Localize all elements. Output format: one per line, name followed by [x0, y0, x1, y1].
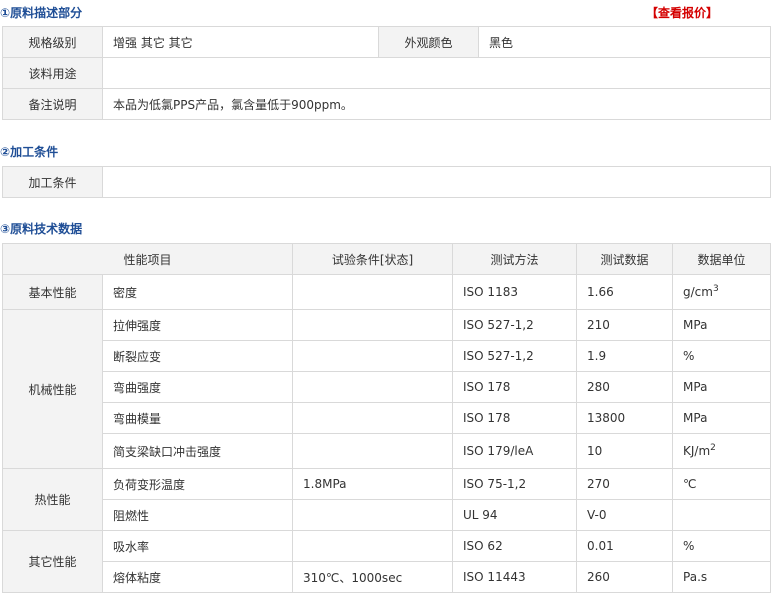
- test-value: 10: [576, 433, 674, 469]
- unit: KJ/m: [683, 444, 711, 458]
- property-name: 简支梁缺口冲击强度: [101, 433, 294, 469]
- property-name: 断裂应变: [101, 340, 294, 372]
- technical-data-table: 性能项目 试验条件[状态] 测试方法 测试数据 数据单位 基本性能 密度 ISO…: [1, 243, 771, 593]
- unit: %: [672, 530, 771, 562]
- property-name: 吸水率: [101, 530, 294, 562]
- table-row: 其它性能 吸水率 ISO 62 0.01 %: [2, 530, 771, 593]
- test-value: 210: [576, 309, 674, 341]
- processing-table: 加工条件: [2, 166, 771, 198]
- header-property: 性能项目: [1, 243, 294, 275]
- grade-label: 规格级别: [2, 26, 103, 58]
- table-row: 简支梁缺口冲击强度 ISO 179/leA 10 KJ/m2: [3, 433, 771, 469]
- unit: MPa: [672, 402, 771, 434]
- test-method: ISO 179/leA: [452, 433, 578, 469]
- header-condition: 试验条件[状态]: [292, 243, 454, 275]
- use-value: [102, 57, 771, 89]
- table-row: 机械性能 拉伸强度 ISO 527-1,2 210 MPa: [2, 309, 771, 469]
- test-condition: [292, 340, 454, 372]
- property-name: 弯曲强度: [101, 371, 294, 403]
- table-row: 该料用途: [2, 57, 771, 89]
- table-header-row: 性能项目 试验条件[状态] 测试方法 测试数据 数据单位: [1, 243, 771, 275]
- test-value: 260: [576, 561, 674, 593]
- test-value: 0.01: [576, 530, 674, 562]
- unit: [672, 499, 771, 531]
- group-thermal: 热性能: [2, 468, 103, 531]
- test-value: 1.66: [576, 274, 674, 310]
- header-unit: 数据单位: [672, 243, 771, 275]
- unit: g/cm: [683, 285, 713, 299]
- table-row: 备注说明 本品为低氯PPS产品，氯含量低于900ppm。: [2, 88, 771, 120]
- test-method: ISO 178: [452, 402, 578, 434]
- section-title-description: ①原料描述部分: [0, 6, 83, 20]
- test-method: ISO 178: [452, 371, 578, 403]
- test-method: ISO 527-1,2: [452, 340, 578, 372]
- unit: Pa.s: [672, 561, 771, 593]
- test-method: ISO 527-1,2: [452, 309, 578, 341]
- property-name: 拉伸强度: [101, 309, 294, 341]
- test-condition: [292, 402, 454, 434]
- test-value: 13800: [576, 402, 674, 434]
- unit: %: [672, 340, 771, 372]
- group-basic: 基本性能: [2, 274, 103, 310]
- test-condition: [292, 274, 454, 310]
- note-label: 备注说明: [2, 88, 103, 120]
- use-label: 该料用途: [2, 57, 103, 89]
- test-method: ISO 75-1,2: [452, 468, 578, 500]
- processing-label: 加工条件: [2, 166, 103, 198]
- group-other: 其它性能: [2, 530, 103, 593]
- unit: MPa: [672, 309, 771, 341]
- test-condition: 1.8MPa: [292, 468, 454, 500]
- test-condition: [292, 371, 454, 403]
- unit: ℃: [672, 468, 771, 500]
- grade-value: 增强 其它 其它: [102, 26, 379, 58]
- test-value: 280: [576, 371, 674, 403]
- table-row: 基本性能 密度 ISO 1183 1.66 g/cm3: [2, 274, 771, 310]
- test-condition: [292, 530, 454, 562]
- color-label: 外观颜色: [378, 26, 479, 58]
- test-condition: [292, 309, 454, 341]
- property-name: 弯曲模量: [101, 402, 294, 434]
- processing-value: [102, 166, 771, 198]
- table-row: 规格级别 增强 其它 其它 外观颜色 黑色: [2, 26, 771, 58]
- test-value: 270: [576, 468, 674, 500]
- header-method: 测试方法: [452, 243, 578, 275]
- test-value: 1.9: [576, 340, 674, 372]
- table-row: 熔体粘度 310℃、1000sec ISO 11443 260 Pa.s: [3, 561, 771, 593]
- table-row: 加工条件: [2, 166, 771, 198]
- unit-cell: g/cm3: [672, 274, 771, 310]
- section-title-technical: ③原料技术数据: [0, 222, 83, 236]
- table-row: 阻燃性 UL 94 V-0: [3, 499, 771, 531]
- unit-cell: KJ/m2: [672, 433, 771, 469]
- unit-exponent: 3: [712, 284, 719, 294]
- group-mechanical: 机械性能: [2, 309, 103, 469]
- test-method: UL 94: [452, 499, 578, 531]
- test-condition: [292, 499, 454, 531]
- test-method: ISO 1183: [452, 274, 578, 310]
- table-row: 热性能 负荷变形温度 1.8MPa ISO 75-1,2 270 ℃: [2, 468, 771, 531]
- property-name: 密度: [101, 274, 294, 310]
- test-method: ISO 11443: [452, 561, 578, 593]
- test-condition: [292, 433, 454, 469]
- note-value: 本品为低氯PPS产品，氯含量低于900ppm。: [102, 88, 771, 120]
- description-table: 规格级别 增强 其它 其它 外观颜色 黑色 该料用途 备注说明 本品为低氯PPS…: [2, 26, 771, 120]
- unit: MPa: [672, 371, 771, 403]
- view-quote-link[interactable]: 【查看报价】: [646, 6, 718, 20]
- unit-exponent: 2: [710, 443, 716, 453]
- section-title-processing: ②加工条件: [0, 145, 59, 159]
- table-row: 断裂应变 ISO 527-1,2 1.9 %: [3, 340, 771, 372]
- property-name: 阻燃性: [101, 499, 294, 531]
- table-row: 弯曲模量 ISO 178 13800 MPa: [3, 402, 771, 434]
- property-name: 负荷变形温度: [101, 468, 294, 500]
- color-value: 黑色: [478, 26, 771, 58]
- test-condition: 310℃、1000sec: [292, 561, 454, 593]
- test-value: V-0: [576, 499, 674, 531]
- table-row: 弯曲强度 ISO 178 280 MPa: [3, 371, 771, 403]
- property-name: 熔体粘度: [101, 561, 294, 593]
- header-value: 测试数据: [576, 243, 674, 275]
- test-method: ISO 62: [452, 530, 578, 562]
